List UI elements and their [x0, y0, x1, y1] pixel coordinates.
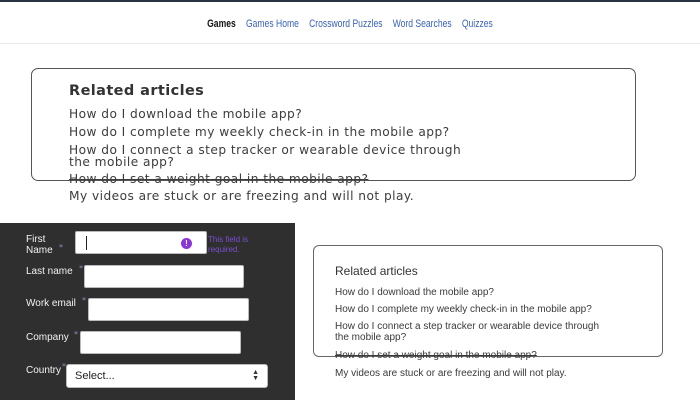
- related-link-step-tracker[interactable]: How do I connect a step tracker or weara…: [69, 144, 629, 168]
- first-name-input[interactable]: !: [75, 231, 207, 254]
- related-link-videos-freezing[interactable]: My videos are stuck or are freezing and …: [69, 190, 629, 202]
- company-label: Company: [26, 332, 69, 343]
- required-marker: *: [74, 330, 78, 339]
- related-link-step-tracker-small[interactable]: How do I connect a step tracker or weara…: [335, 321, 655, 343]
- related-link-weekly-checkin-small[interactable]: How do I complete my weekly check-in in …: [335, 304, 655, 315]
- required-marker: *: [79, 264, 83, 273]
- company-input[interactable]: [80, 331, 241, 354]
- nav-games[interactable]: Games: [207, 18, 236, 30]
- country-label: Country: [26, 365, 62, 376]
- nav-word-searches[interactable]: Word Searches: [393, 18, 452, 30]
- first-name-label: First Name: [26, 234, 53, 256]
- error-icon: !: [181, 238, 192, 249]
- last-name-input[interactable]: [84, 265, 244, 288]
- work-email-input[interactable]: [88, 298, 249, 321]
- nav-crossword-puzzles[interactable]: Crossword Puzzles: [309, 18, 382, 30]
- text-caret: [86, 236, 87, 250]
- related-link-download-app-small[interactable]: How do I download the mobile app?: [335, 287, 655, 298]
- nav-games-home[interactable]: Games Home: [246, 18, 299, 30]
- required-marker: *: [59, 243, 63, 252]
- related-link-weight-goal-small[interactable]: How do I set a weight goal in the mobile…: [335, 350, 655, 361]
- related-link-weekly-checkin[interactable]: How do I complete my weekly check-in in …: [69, 126, 629, 138]
- related-link-download-app[interactable]: How do I download the mobile app?: [69, 108, 629, 120]
- related-articles-title-large: Related articles: [69, 83, 205, 99]
- work-email-label: Work email: [26, 298, 76, 309]
- related-articles-title-small: Related articles: [335, 264, 418, 278]
- select-arrows-icon: ▲ ▼: [252, 369, 259, 382]
- country-select-value: Select...: [75, 370, 115, 382]
- country-select[interactable]: Select... ▲ ▼: [66, 364, 268, 388]
- last-name-label: Last name: [26, 266, 73, 277]
- related-link-videos-freezing-small[interactable]: My videos are stuck or are freezing and …: [335, 368, 655, 379]
- required-marker: *: [82, 296, 86, 305]
- first-name-error-text: This field is required.: [208, 235, 249, 254]
- games-nav: Games Games Home Crossword Puzzles Word …: [77, 18, 623, 30]
- nav-quizzes[interactable]: Quizzes: [462, 18, 493, 30]
- related-link-weight-goal[interactable]: How do I set a weight goal in the mobile…: [69, 173, 629, 185]
- top-header: Games Games Home Crossword Puzzles Word …: [0, 0, 700, 44]
